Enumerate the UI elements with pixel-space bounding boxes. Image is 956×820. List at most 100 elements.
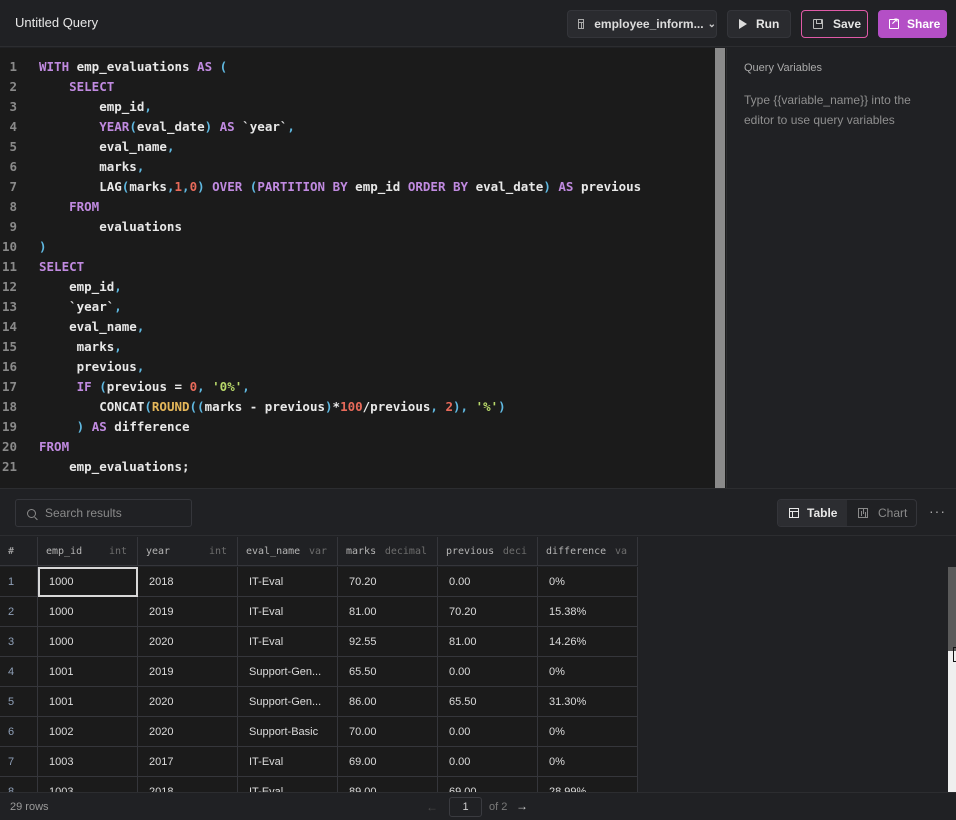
table-cell[interactable]: 2020 — [138, 717, 238, 747]
share-button[interactable]: Share — [878, 10, 947, 38]
line-number: 4 — [9, 119, 17, 134]
table-cell[interactable]: 2019 — [138, 657, 238, 687]
table-cell[interactable]: Support-Gen... — [238, 687, 338, 717]
column-header[interactable]: previous deci — [438, 537, 538, 566]
row-number: 1 — [0, 567, 38, 597]
column-header[interactable]: difference va — [538, 537, 638, 566]
table-cell[interactable]: 28.99% — [538, 777, 638, 792]
table-cell[interactable]: 89.00 — [338, 777, 438, 792]
table-cell[interactable]: Support-Basic — [238, 717, 338, 747]
table-cell[interactable]: 70.00 — [338, 717, 438, 747]
column-header[interactable]: eval_name var — [238, 537, 338, 566]
database-select[interactable]: employee_inform... ⌄ — [567, 10, 717, 38]
table-cell[interactable]: 0% — [538, 717, 638, 747]
table-cell[interactable]: IT-Eval — [238, 777, 338, 792]
table-cell[interactable]: 69.00 — [438, 777, 538, 792]
line-number: 17 — [1, 379, 17, 394]
tab-table-label: Table — [807, 506, 838, 520]
table-cell[interactable]: 0.00 — [438, 657, 538, 687]
line-number: 8 — [9, 199, 17, 214]
table-cell[interactable]: 2018 — [138, 567, 238, 597]
table-cell[interactable]: 1003 — [38, 747, 138, 777]
table-cell[interactable]: 1001 — [38, 657, 138, 687]
table-row[interactable]: 5 1001 2020 Support-Gen... 86.00 65.50 31.30% — [0, 687, 638, 717]
table-cell[interactable]: 14.26% — [538, 627, 638, 657]
tab-chart[interactable]: Chart — [847, 500, 916, 526]
table-row[interactable]: 4 1001 2019 Support-Gen... 65.50 0.00 0% — [0, 657, 638, 687]
table-cell[interactable]: 2017 — [138, 747, 238, 777]
save-button[interactable]: Save — [801, 10, 868, 38]
table-row[interactable]: 7 1003 2017 IT-Eval 69.00 0.00 0% — [0, 747, 638, 777]
table-row[interactable]: 1 1000 2018 IT-Eval 70.20 0.00 0% — [0, 567, 638, 597]
table-cell[interactable]: 0.00 — [438, 747, 538, 777]
table-cell[interactable]: IT-Eval — [238, 567, 338, 597]
table-scrollbar-thumb[interactable] — [948, 567, 956, 651]
column-header[interactable]: year int — [138, 537, 238, 566]
code-text: marks, — [39, 159, 145, 174]
table-cell[interactable]: 1003 — [38, 777, 138, 792]
table-cell[interactable]: 0% — [538, 747, 638, 777]
line-number: 5 — [9, 139, 17, 154]
table-row[interactable]: 8 1003 2018 IT-Eval 89.00 69.00 28.99% — [0, 777, 638, 792]
column-header[interactable]: emp_id int — [38, 537, 138, 566]
column-type: int — [108, 545, 127, 557]
table-cell[interactable]: 65.50 — [438, 687, 538, 717]
line-number: 9 — [9, 219, 17, 234]
table-cell[interactable]: 15.38% — [538, 597, 638, 627]
column-name: marks — [346, 545, 377, 557]
editor-scrollbar[interactable] — [715, 48, 725, 488]
table-cell[interactable]: Support-Gen... — [238, 657, 338, 687]
code-text: SELECT — [69, 79, 115, 94]
table-cell[interactable]: 2020 — [138, 687, 238, 717]
code-text: CONCAT(ROUND((marks - previous)*100/prev… — [39, 399, 506, 414]
table-cell[interactable]: IT-Eval — [238, 627, 338, 657]
table-row[interactable]: 3 1000 2020 IT-Eval 92.55 81.00 14.26% — [0, 627, 638, 657]
table-cell[interactable]: 0.00 — [438, 717, 538, 747]
table-cell[interactable]: 2019 — [138, 597, 238, 627]
table-cell[interactable]: 1002 — [38, 717, 138, 747]
run-button[interactable]: Run — [727, 10, 791, 38]
table-cell[interactable]: 0% — [538, 657, 638, 687]
search-results-input[interactable]: Search results — [15, 499, 192, 527]
table-cell[interactable]: 65.50 — [338, 657, 438, 687]
table-cell[interactable]: 70.20 — [438, 597, 538, 627]
table-cell[interactable]: 1000 — [38, 597, 138, 627]
page-number-input[interactable]: 1 — [449, 797, 482, 817]
table-row[interactable]: 2 1000 2019 IT-Eval 81.00 70.20 15.38% — [0, 597, 638, 627]
table-cell[interactable]: 81.00 — [338, 597, 438, 627]
table-cell[interactable]: IT-Eval — [238, 597, 338, 627]
code-text: FROM — [69, 199, 100, 214]
code-text: emp_id, — [39, 99, 152, 114]
column-name: year — [146, 545, 171, 557]
query-title[interactable]: Untitled Query — [15, 15, 98, 30]
column-name: previous — [446, 545, 495, 557]
table-cell[interactable]: 86.00 — [338, 687, 438, 717]
table-cell[interactable]: 69.00 — [338, 747, 438, 777]
column-type: deci — [502, 545, 527, 557]
prev-page-button[interactable]: ← — [426, 800, 438, 814]
table-cell[interactable]: 0% — [538, 567, 638, 597]
tab-table[interactable]: Table — [778, 500, 847, 526]
line-number: 14 — [1, 319, 17, 334]
table-cell[interactable]: 31.30% — [538, 687, 638, 717]
table-cell[interactable]: 81.00 — [438, 627, 538, 657]
table-cell[interactable]: 0.00 — [438, 567, 538, 597]
table-cell[interactable]: 92.55 — [338, 627, 438, 657]
table-cell[interactable]: 2020 — [138, 627, 238, 657]
table-cell[interactable]: IT-Eval — [238, 747, 338, 777]
table-cell[interactable]: 70.20 — [338, 567, 438, 597]
table-cell[interactable]: 1000 — [38, 627, 138, 657]
column-name: eval_name — [246, 545, 301, 557]
column-header[interactable]: marks decimal — [338, 537, 438, 566]
table-cell[interactable]: 2018 — [138, 777, 238, 792]
code-text: WITH emp_evaluations AS ( — [39, 59, 228, 74]
more-options-icon[interactable]: ··· — [929, 503, 946, 519]
table-row[interactable]: 6 1002 2020 Support-Basic 70.00 0.00 0% — [0, 717, 638, 747]
line-number: 13 — [1, 299, 17, 314]
next-page-button[interactable]: → — [516, 799, 528, 813]
table-cell[interactable]: 1000 — [38, 567, 138, 597]
sql-editor[interactable]: 1 WITH emp_evaluations AS (2 SELECT 3 emp_… — [0, 48, 726, 488]
column-header[interactable]: # — [0, 537, 38, 566]
top-bar: Untitled Query employee_inform... ⌄ Run … — [0, 0, 956, 47]
table-cell[interactable]: 1001 — [38, 687, 138, 717]
